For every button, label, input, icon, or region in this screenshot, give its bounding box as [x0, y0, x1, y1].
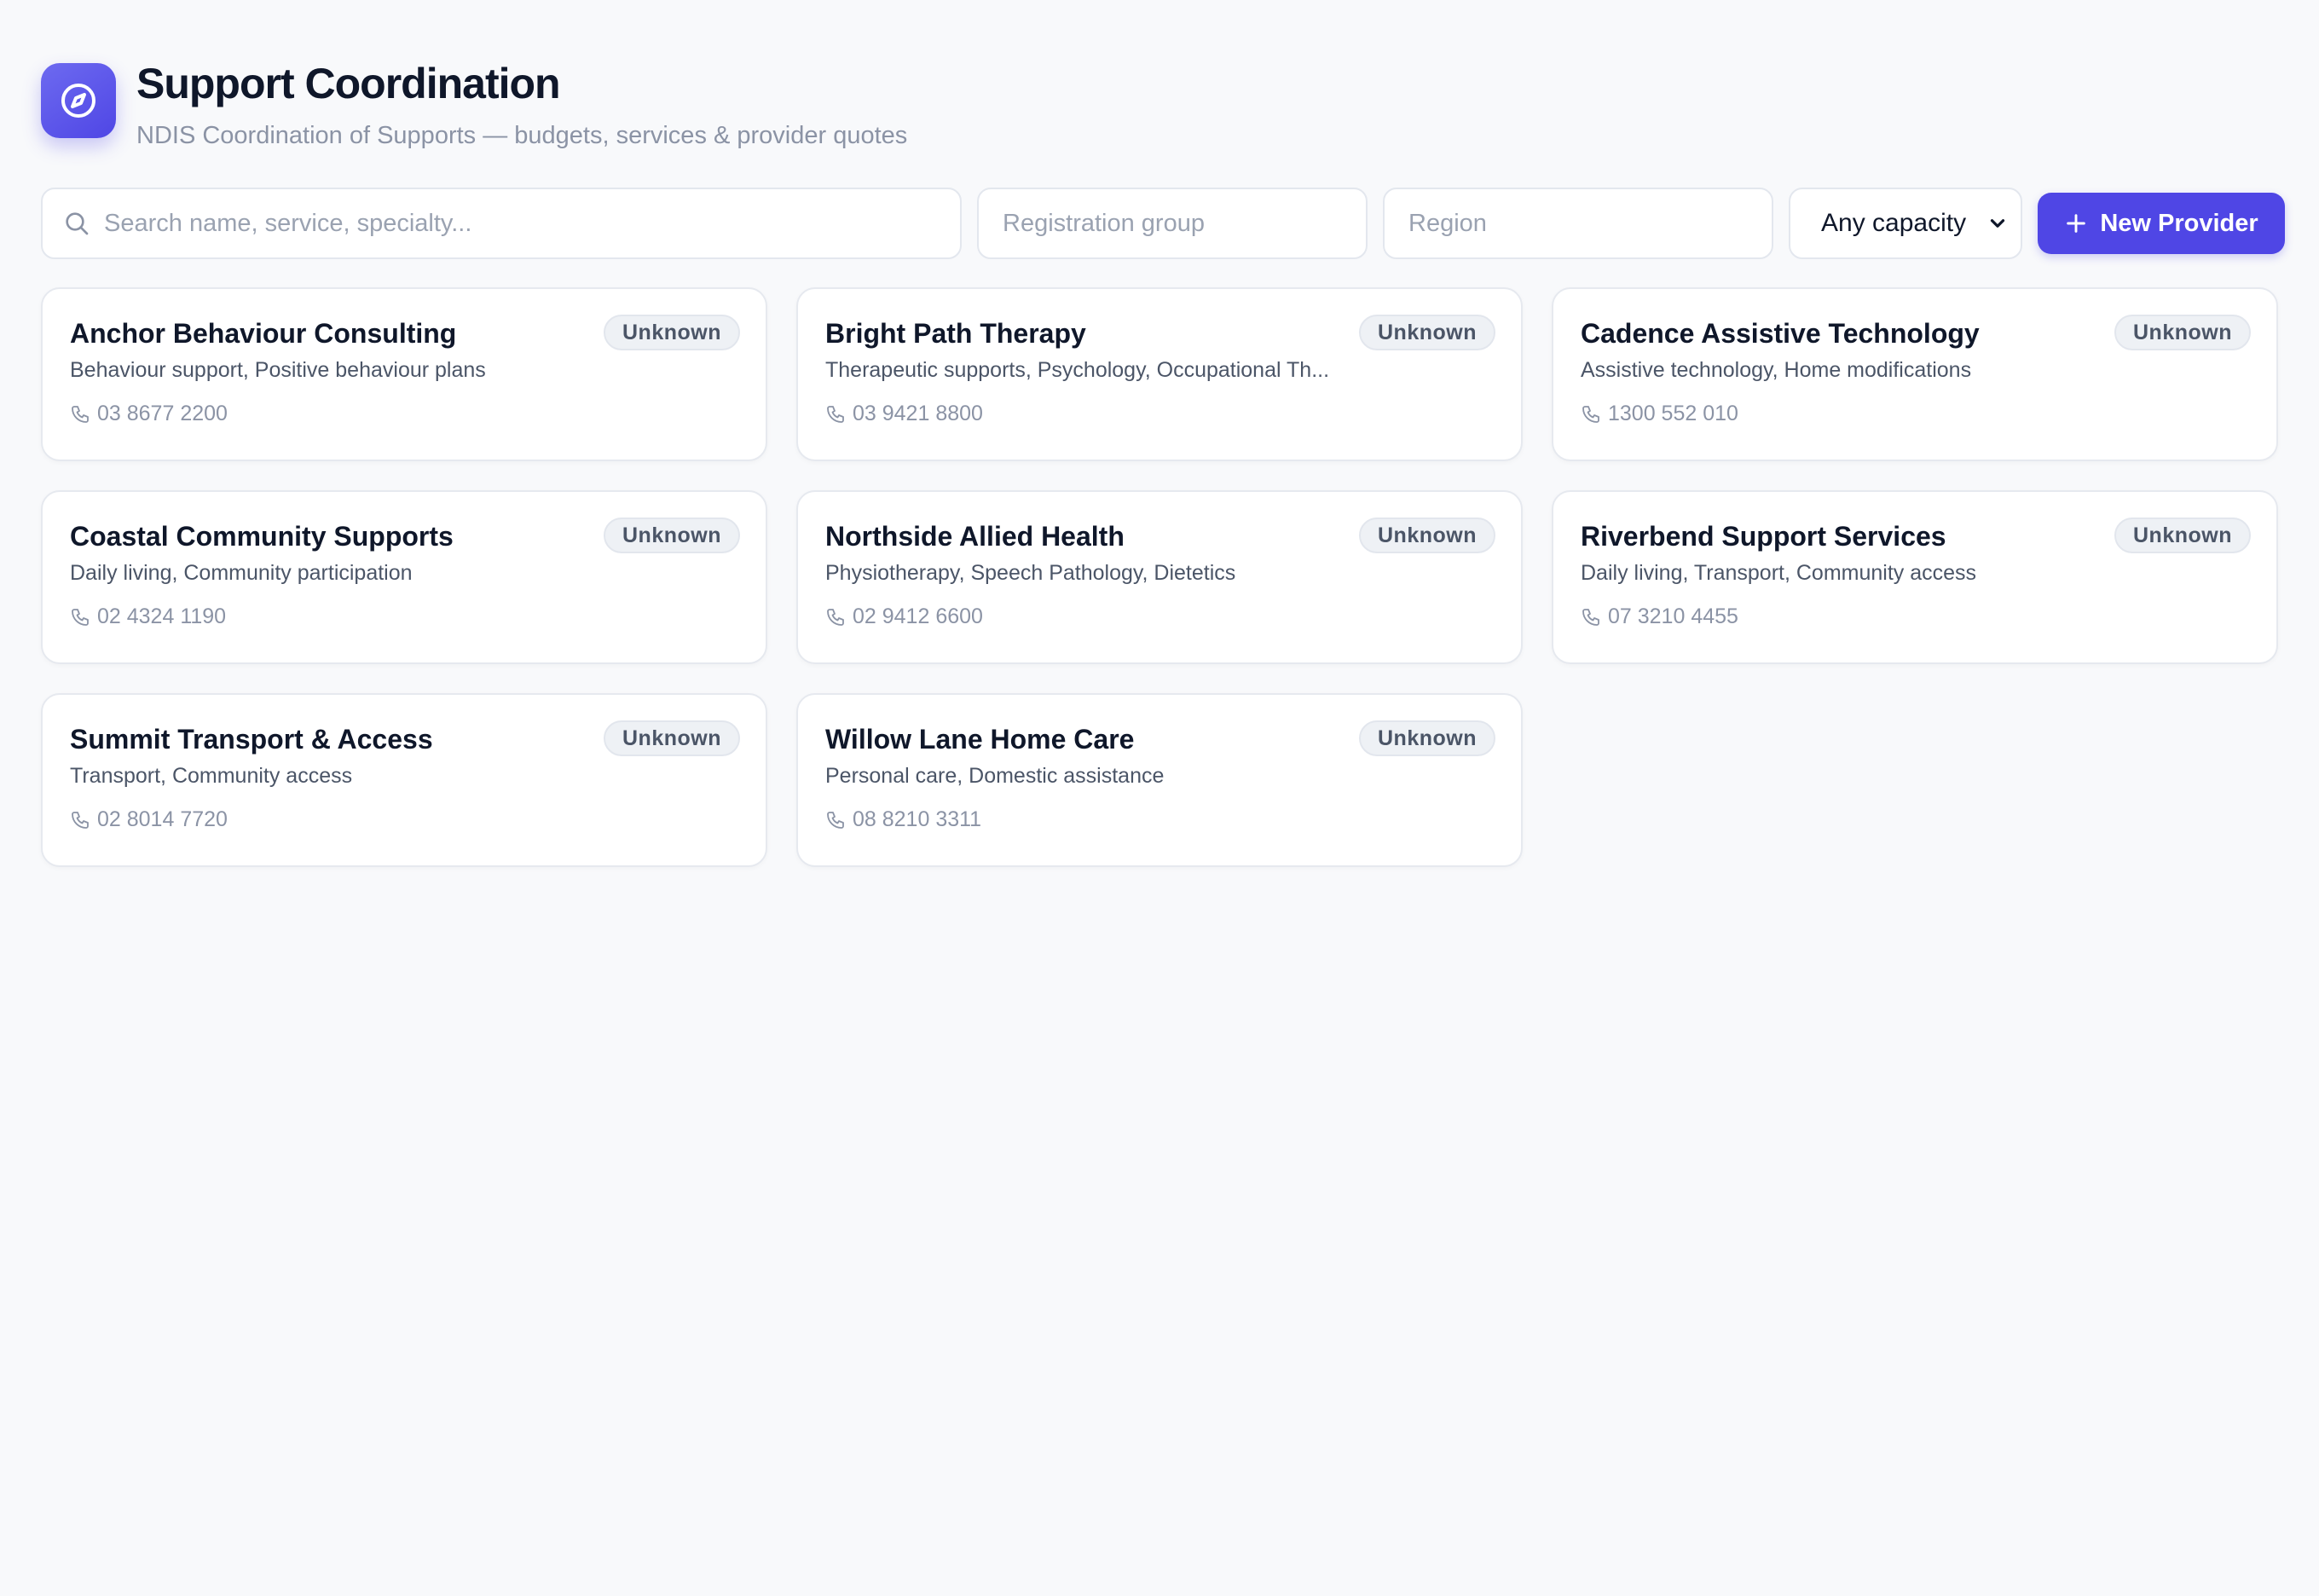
provider-services: Physiotherapy, Speech Pathology, Dieteti… [825, 561, 1236, 585]
provider-phone-number: 03 9421 8800 [853, 402, 983, 425]
provider-services: Transport, Community access [70, 764, 353, 788]
status-badge: Unknown [604, 720, 740, 756]
provider-phone: 02 9412 6600 [825, 604, 1494, 629]
provider-phone-number: 1300 552 010 [1608, 402, 1738, 425]
provider-card[interactable]: Northside Allied Health Physiotherapy, S… [796, 490, 1523, 664]
provider-phone-number: 08 8210 3311 [853, 807, 982, 831]
compass-icon [41, 63, 116, 138]
region-input[interactable] [1385, 189, 1772, 257]
status-badge: Unknown [1359, 315, 1495, 350]
provider-card[interactable]: Riverbend Support Services Daily living,… [1552, 490, 2278, 664]
provider-card[interactable]: Willow Lane Home Care Personal care, Dom… [796, 693, 1523, 867]
new-provider-label: New Provider [2100, 209, 2258, 237]
page-header: Support Coordination NDIS Coordination o… [41, 60, 907, 150]
status-badge: Unknown [604, 315, 740, 350]
phone-icon [827, 405, 844, 423]
region-field [1383, 188, 1773, 259]
capacity-select-value: Any capacity [1821, 209, 1967, 237]
provider-phone-number: 03 8677 2200 [97, 402, 228, 425]
provider-phone-number: 07 3210 4455 [1608, 604, 1738, 628]
provider-services: Daily living, Transport, Community acces… [1581, 561, 1977, 585]
provider-phone: 03 8677 2200 [70, 402, 738, 426]
phone-icon [72, 405, 89, 423]
provider-phone-number: 02 4324 1190 [97, 604, 227, 628]
registration-group-field [977, 188, 1368, 259]
status-badge: Unknown [2114, 315, 2251, 350]
provider-card[interactable]: Anchor Behaviour Consulting Behaviour su… [41, 287, 767, 461]
phone-icon [72, 811, 89, 829]
provider-card[interactable]: Coastal Community Supports Daily living,… [41, 490, 767, 664]
page-subtitle: NDIS Coordination of Supports — budgets,… [136, 122, 908, 149]
provider-card[interactable]: Summit Transport & Access Transport, Com… [41, 693, 767, 867]
provider-phone: 03 9421 8800 [825, 402, 1494, 426]
plus-icon [2067, 214, 2086, 233]
provider-services: Therapeutic supports, Psychology, Occupa… [825, 358, 1330, 382]
provider-services: Assistive technology, Home modifications [1581, 358, 1972, 382]
phone-icon [1582, 608, 1599, 626]
status-badge: Unknown [1359, 720, 1495, 756]
provider-phone: 02 8014 7720 [70, 807, 738, 832]
status-badge: Unknown [1359, 518, 1495, 553]
provider-phone: 1300 552 010 [1581, 402, 2249, 426]
phone-icon [827, 811, 844, 829]
search-input[interactable] [43, 189, 960, 257]
page-title: Support Coordination [136, 60, 561, 107]
phone-icon [1582, 405, 1599, 423]
provider-phone: 02 4324 1190 [70, 604, 738, 629]
phone-icon [72, 608, 89, 626]
provider-grid: Anchor Behaviour Consulting Behaviour su… [41, 287, 2278, 867]
search-field [41, 188, 962, 259]
provider-card[interactable]: Bright Path Therapy Therapeutic supports… [796, 287, 1523, 461]
new-provider-button[interactable]: New Provider [2038, 193, 2285, 254]
status-badge: Unknown [604, 518, 740, 553]
status-badge: Unknown [2114, 518, 2251, 553]
filter-toolbar: Any capacity New Provider [41, 187, 2285, 260]
provider-card[interactable]: Cadence Assistive Technology Assistive t… [1552, 287, 2278, 461]
provider-services: Personal care, Domestic assistance [825, 764, 1165, 788]
registration-group-input[interactable] [979, 189, 1366, 257]
provider-phone: 07 3210 4455 [1581, 604, 2249, 629]
page: Support Coordination NDIS Coordination o… [0, 0, 2319, 1596]
provider-phone: 08 8210 3311 [825, 807, 1494, 832]
header-titles: Support Coordination NDIS Coordination o… [136, 60, 907, 150]
capacity-select[interactable]: Any capacity [1789, 188, 2022, 259]
search-icon [66, 212, 89, 235]
chevron-down-icon [1990, 219, 2005, 228]
provider-services: Daily living, Community participation [70, 561, 413, 585]
provider-services: Behaviour support, Positive behaviour pl… [70, 358, 486, 382]
provider-phone-number: 02 9412 6600 [853, 604, 983, 628]
provider-phone-number: 02 8014 7720 [97, 807, 228, 831]
phone-icon [827, 608, 844, 626]
